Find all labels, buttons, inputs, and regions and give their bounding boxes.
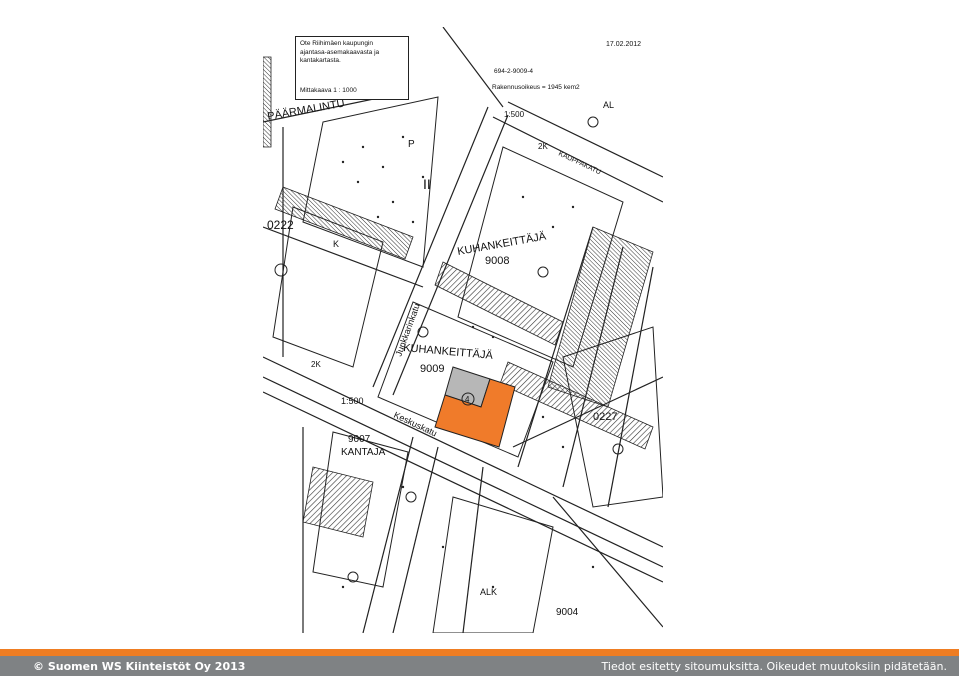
label-street-kauppakatu: KAUPPAKATU (557, 150, 602, 176)
info-line-3: kantakartasta. (300, 57, 341, 64)
footer-copyright: © Suomen WS Kiinteistöt Oy 2013 (33, 660, 246, 673)
label-paarmalintu: PÄÄRMALINTU (266, 98, 345, 123)
label-block-9008: 9008 (485, 255, 509, 267)
label-block-9007: 9007 (348, 434, 371, 445)
label-alk: ALK (480, 587, 497, 597)
zoning-map-drawing: PÄÄRMALINTU 0222 KUHANKEITTÄJÄ 9008 KUHA… (263, 27, 663, 633)
label-kuhankeitta-lower: KUHANKEITTÄJÄ (403, 342, 494, 362)
label-kantaja: KANTAJA (341, 447, 386, 458)
label-al: AL (603, 100, 614, 110)
building-rights: Rakennusoikeus = 1945 kem2 (492, 84, 580, 91)
label-scale-500a: 1:500 (341, 396, 364, 406)
label-block-9004: 9004 (556, 607, 579, 618)
property-id: 694-2-9009-4 (494, 68, 534, 75)
label-kuhankeitta-upper: KUHANKEITTÄJÄ (456, 230, 547, 258)
footer-disclaimer: Tiedot esitetty sitoumuksitta. Oikeudet … (601, 660, 947, 673)
label-k: K (333, 239, 339, 249)
scale-label: Mittakaava 1 : 1000 (300, 86, 357, 94)
label-p: P (408, 139, 415, 150)
label-area-0227: 0227 (593, 411, 617, 423)
label-zone-2k-b: 2K (311, 360, 321, 369)
footer-accent-line (0, 649, 959, 656)
label-street-keskus: Keskuskatu (392, 410, 438, 439)
map-date: 17.02.2012 (606, 41, 642, 48)
info-line-2: ajantasa-asemakaavasta ja (300, 48, 380, 56)
label-scale-500b: 1:500 (504, 110, 525, 119)
label-roman-ii: II (423, 176, 431, 192)
label-block-9009: 9009 (420, 363, 444, 375)
info-line-1: Ote Riihimäen kaupungin (300, 40, 373, 47)
label-area-0222: 0222 (267, 218, 294, 232)
label-plot-4: 4 (465, 395, 470, 404)
map-info-box: Ote Riihimäen kaupungin ajantasa-asemaka… (295, 36, 409, 100)
zoning-map-sheet: PÄÄRMALINTU 0222 KUHANKEITTÄJÄ 9008 KUHA… (263, 27, 663, 633)
label-zone-2k-a: 2K (538, 142, 548, 151)
